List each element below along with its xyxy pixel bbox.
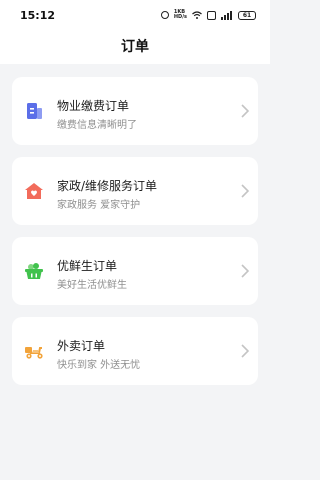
order-card-title: 家政/维修服务订单 [57, 179, 158, 193]
order-card-subtitle: 美好生活优鲜生 [57, 280, 127, 291]
order-card-takeout[interactable]: 外卖订单 快乐到家 外送无忧 [12, 317, 258, 385]
network-speed-icon: 1KB HD/s [173, 9, 187, 20]
order-card-title: 外卖订单 [57, 339, 106, 353]
order-card-title: 物业缴费订单 [57, 99, 130, 113]
status-icons: 1KB HD/s 61 [160, 9, 256, 21]
chevron-right-icon [241, 104, 250, 118]
battery-icon: 61 [238, 10, 256, 20]
basket-icon [25, 263, 43, 279]
signal-icon [221, 10, 232, 20]
status-time: 15:12 [20, 9, 56, 22]
top-bar: 15:12 1KB HD/s 61 订单 [0, 0, 270, 64]
order-card-subtitle: 缴费信息清晰明了 [57, 120, 137, 131]
chevron-right-icon [241, 184, 250, 198]
chevron-right-icon [241, 264, 250, 278]
chevron-right-icon [241, 344, 250, 358]
order-card-housekeeping[interactable]: 家政/维修服务订单 家政服务 爱家守护 [12, 157, 258, 225]
status-bar: 15:12 1KB HD/s 61 [0, 0, 270, 30]
order-card-fresh[interactable]: 优鲜生订单 美好生活优鲜生 [12, 237, 258, 305]
nfc-icon [207, 10, 216, 20]
building-icon [27, 103, 42, 119]
alarm-icon [160, 11, 169, 19]
order-card-title: 优鲜生订单 [57, 259, 118, 273]
order-card-property[interactable]: 物业缴费订单 缴费信息清晰明了 [12, 77, 258, 145]
wifi-icon [192, 11, 202, 19]
order-card-subtitle: 快乐到家 外送无忧 [57, 360, 141, 371]
order-card-subtitle: 家政服务 爱家守护 [57, 200, 141, 211]
house-heart-icon [25, 183, 43, 199]
scooter-icon [25, 347, 43, 359]
page-title: 订单 [121, 39, 149, 55]
